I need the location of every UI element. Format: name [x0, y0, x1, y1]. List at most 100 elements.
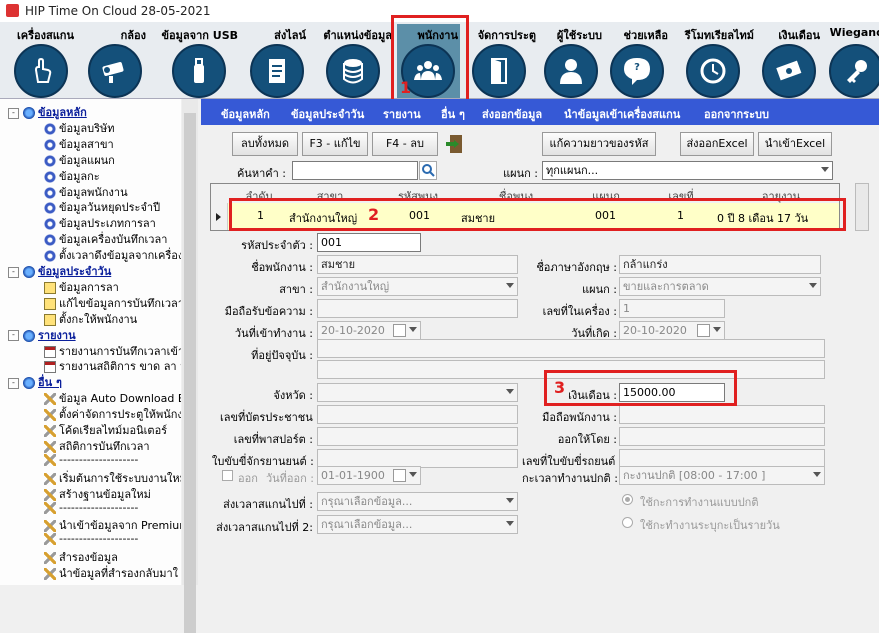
tree-label: นำข้อมูลที่สำรองกลับมาใ — [59, 567, 179, 581]
tool-icon — [44, 409, 56, 422]
toolbar-wiegand-button[interactable]: Wiegand — [824, 22, 879, 98]
toolbar-database-button[interactable]: ตำแหน่งข้อมูล — [312, 22, 392, 98]
help-icon: ? — [610, 44, 664, 98]
fix-code-length-button[interactable]: แก้ความยาวของรหัส — [542, 132, 656, 156]
employee-mobile-input[interactable] — [619, 405, 825, 424]
menu-item-logout[interactable]: ออกจากระบบ — [704, 105, 769, 123]
department-select[interactable]: ขายและการตลาด — [619, 277, 821, 296]
tree-item[interactable]: -------------------- — [0, 532, 181, 548]
tree-item[interactable]: ข้อมูลประเภทการลา — [0, 214, 181, 231]
grid-scrollbar[interactable] — [855, 183, 869, 231]
tree-label: ข้อมูลเครื่องบันทึกเวลา — [59, 233, 168, 247]
shift-select[interactable]: กะงานปกติ [08:00 - 17:00 ] — [619, 466, 825, 485]
menu-item-report[interactable]: รายงาน — [383, 105, 421, 123]
scan-destination-1-select[interactable]: กรุณาเลือกข้อมูล... — [317, 492, 518, 511]
tree-item[interactable]: ข้อมูลแผนก — [0, 151, 181, 167]
tree-item[interactable]: เริ่มต้นการใช้ระบบงานใหม่ — [0, 469, 181, 485]
delete-all-button[interactable]: ลบทั้งหมด — [232, 132, 298, 156]
toolbar-users-button[interactable]: ผู้ใช้ระบบ — [540, 22, 602, 98]
tree-toggle[interactable]: - — [8, 266, 19, 278]
toolbar-scanner-button[interactable]: เครื่องสแกน — [8, 22, 74, 98]
menu-item-daily[interactable]: ข้อมูลประจำวัน — [291, 105, 364, 123]
tree-item[interactable]: ข้อมูลกะ — [0, 167, 181, 183]
export-excel-button[interactable]: ส่งออกExcel — [680, 132, 754, 156]
tree-item[interactable]: ข้อมูลการลา — [0, 278, 181, 294]
menu-item-master[interactable]: ข้อมูลหลัก — [221, 105, 270, 123]
menu-item-other[interactable]: อื่น ๆ — [441, 105, 465, 123]
province-select[interactable] — [317, 383, 518, 402]
mobile-sms-input[interactable] — [317, 299, 518, 318]
search-icon[interactable] — [419, 161, 437, 180]
shift-normal-radio[interactable] — [622, 494, 633, 505]
tree-item[interactable]: ข้อมูลเครื่องบันทึกเวลา — [0, 230, 181, 247]
tree-label: รายงานสถิติการ ขาด ลา ม — [59, 360, 181, 374]
tree-item[interactable]: รายงานการบันทึกเวลาเข้า- — [0, 342, 181, 358]
import-excel-button[interactable]: นำเข้าExcel — [758, 132, 832, 156]
branch-select[interactable]: สำนักงานใหญ่ — [317, 277, 518, 296]
user-icon — [544, 44, 598, 98]
menu-item-import-scanner[interactable]: นำข้อมูลเข้าเครื่องสแกน — [564, 105, 680, 123]
tree-item[interactable]: ข้อมูลพนักงาน — [0, 183, 181, 199]
tree-scrollbar[interactable] — [182, 99, 198, 633]
edit-button[interactable]: F3 - แก้ไข — [302, 132, 368, 156]
scan-destination-2-select[interactable]: กรุณาเลือกข้อมูล... — [317, 515, 518, 534]
department-filter-select[interactable]: ทุกแผนก... — [542, 161, 833, 180]
tree-item[interactable]: นำข้อมูลที่สำรองกลับมาใ — [0, 564, 181, 581]
search-input[interactable] — [292, 161, 418, 180]
tree-item[interactable]: ข้อมูลบริษัท — [0, 119, 181, 135]
tree-item[interactable]: โค้ดเรียลไทม์มอนิเตอร์ — [0, 421, 181, 437]
toolbar-camera-button[interactable]: กล้อง — [80, 22, 146, 98]
tree-toggle[interactable]: - — [8, 330, 19, 342]
tree-category[interactable]: - รายงาน — [0, 326, 181, 342]
key-icon — [829, 44, 879, 98]
tree-item[interactable]: ข้อมูล Auto Download Er — [0, 389, 181, 406]
delete-button[interactable]: F4 - ลบ — [372, 132, 438, 156]
gear-icon — [44, 122, 56, 135]
tree-item[interactable]: ข้อมูลวันหยุดประจำปี — [0, 198, 181, 215]
tree-label: ข้อมูลแผนก — [59, 153, 115, 167]
toolbar-help-button[interactable]: ช่วยเหลือ ? — [606, 22, 668, 98]
issued-by-input[interactable] — [619, 427, 825, 446]
exit-door-icon[interactable] — [444, 134, 466, 154]
menu-item-export[interactable]: ส่งออกข้อมูล — [482, 105, 542, 123]
employee-name-input[interactable]: สมชาย — [317, 255, 518, 274]
tree-category[interactable]: - ข้อมูลหลัก — [0, 103, 181, 119]
employee-id-input[interactable]: 001 — [317, 233, 421, 252]
machine-number-input[interactable]: 1 — [619, 299, 725, 318]
tree-item[interactable]: ข้อมูลสาขา — [0, 135, 181, 151]
tree-toggle[interactable]: - — [8, 377, 19, 389]
tree-category[interactable]: - ข้อมูลประจำวัน — [0, 262, 181, 278]
passport-input[interactable] — [317, 427, 518, 446]
tree-item[interactable]: ตั้งกะให้พนักงาน — [0, 310, 181, 326]
tree-item[interactable]: รายงานสถิติการ ขาด ลา ม — [0, 357, 181, 374]
tree-item[interactable]: สถิติการบันทึกเวลา — [0, 437, 181, 453]
toolbar-line-button[interactable]: ส่งไลน์ — [244, 22, 306, 98]
row-selector[interactable] — [211, 203, 228, 230]
toolbar-remote-button[interactable]: รีโมทเรียลไทม์ — [672, 22, 754, 98]
tool-icon — [44, 472, 56, 485]
tree-item[interactable]: สร้างฐานข้อมูลใหม่ — [0, 485, 181, 501]
shift-daily-radio[interactable] — [622, 517, 633, 528]
tree-label: -------------------- — [59, 532, 139, 546]
english-name-input[interactable]: กล้าแกร่ง — [619, 255, 821, 274]
tree-category[interactable]: - อื่น ๆ — [0, 373, 181, 390]
tree-item[interactable]: ตั้งเวลาดึงข้อมูลจากเครื่อง — [0, 246, 181, 263]
tree-item[interactable]: สำรองข้อมูล — [0, 548, 181, 565]
tree-label: ข้อมูลหลัก — [38, 106, 87, 119]
tree-item[interactable]: แก้ไขข้อมูลการบันทึกเวลา — [0, 294, 181, 310]
tree-item[interactable]: -------------------- — [0, 453, 181, 469]
toolbar-salary-button[interactable]: เงินเดือน — [758, 22, 820, 98]
toolbar-usb-button[interactable]: ข้อมูลจาก USB — [156, 22, 238, 98]
birth-date-picker[interactable]: 20-10-2020 — [619, 321, 725, 340]
tree-toggle[interactable]: - — [8, 107, 19, 119]
tree-item[interactable]: นำเข้าข้อมูลจาก Premium — [0, 516, 181, 533]
id-card-input[interactable] — [317, 405, 518, 424]
tree-item[interactable]: ตั้งค่าจัดการประตูให้พนักงา — [0, 405, 181, 422]
tree-item[interactable]: -------------------- — [0, 501, 181, 517]
start-date-picker[interactable]: 20-10-2020 — [317, 321, 421, 340]
address-line-1[interactable] — [317, 339, 825, 358]
resign-date-picker[interactable]: 01-01-1900 — [317, 466, 421, 485]
tool-icon — [44, 440, 56, 453]
resign-checkbox[interactable] — [222, 470, 233, 481]
toolbar-door-button[interactable]: จัดการประตู — [462, 22, 536, 98]
